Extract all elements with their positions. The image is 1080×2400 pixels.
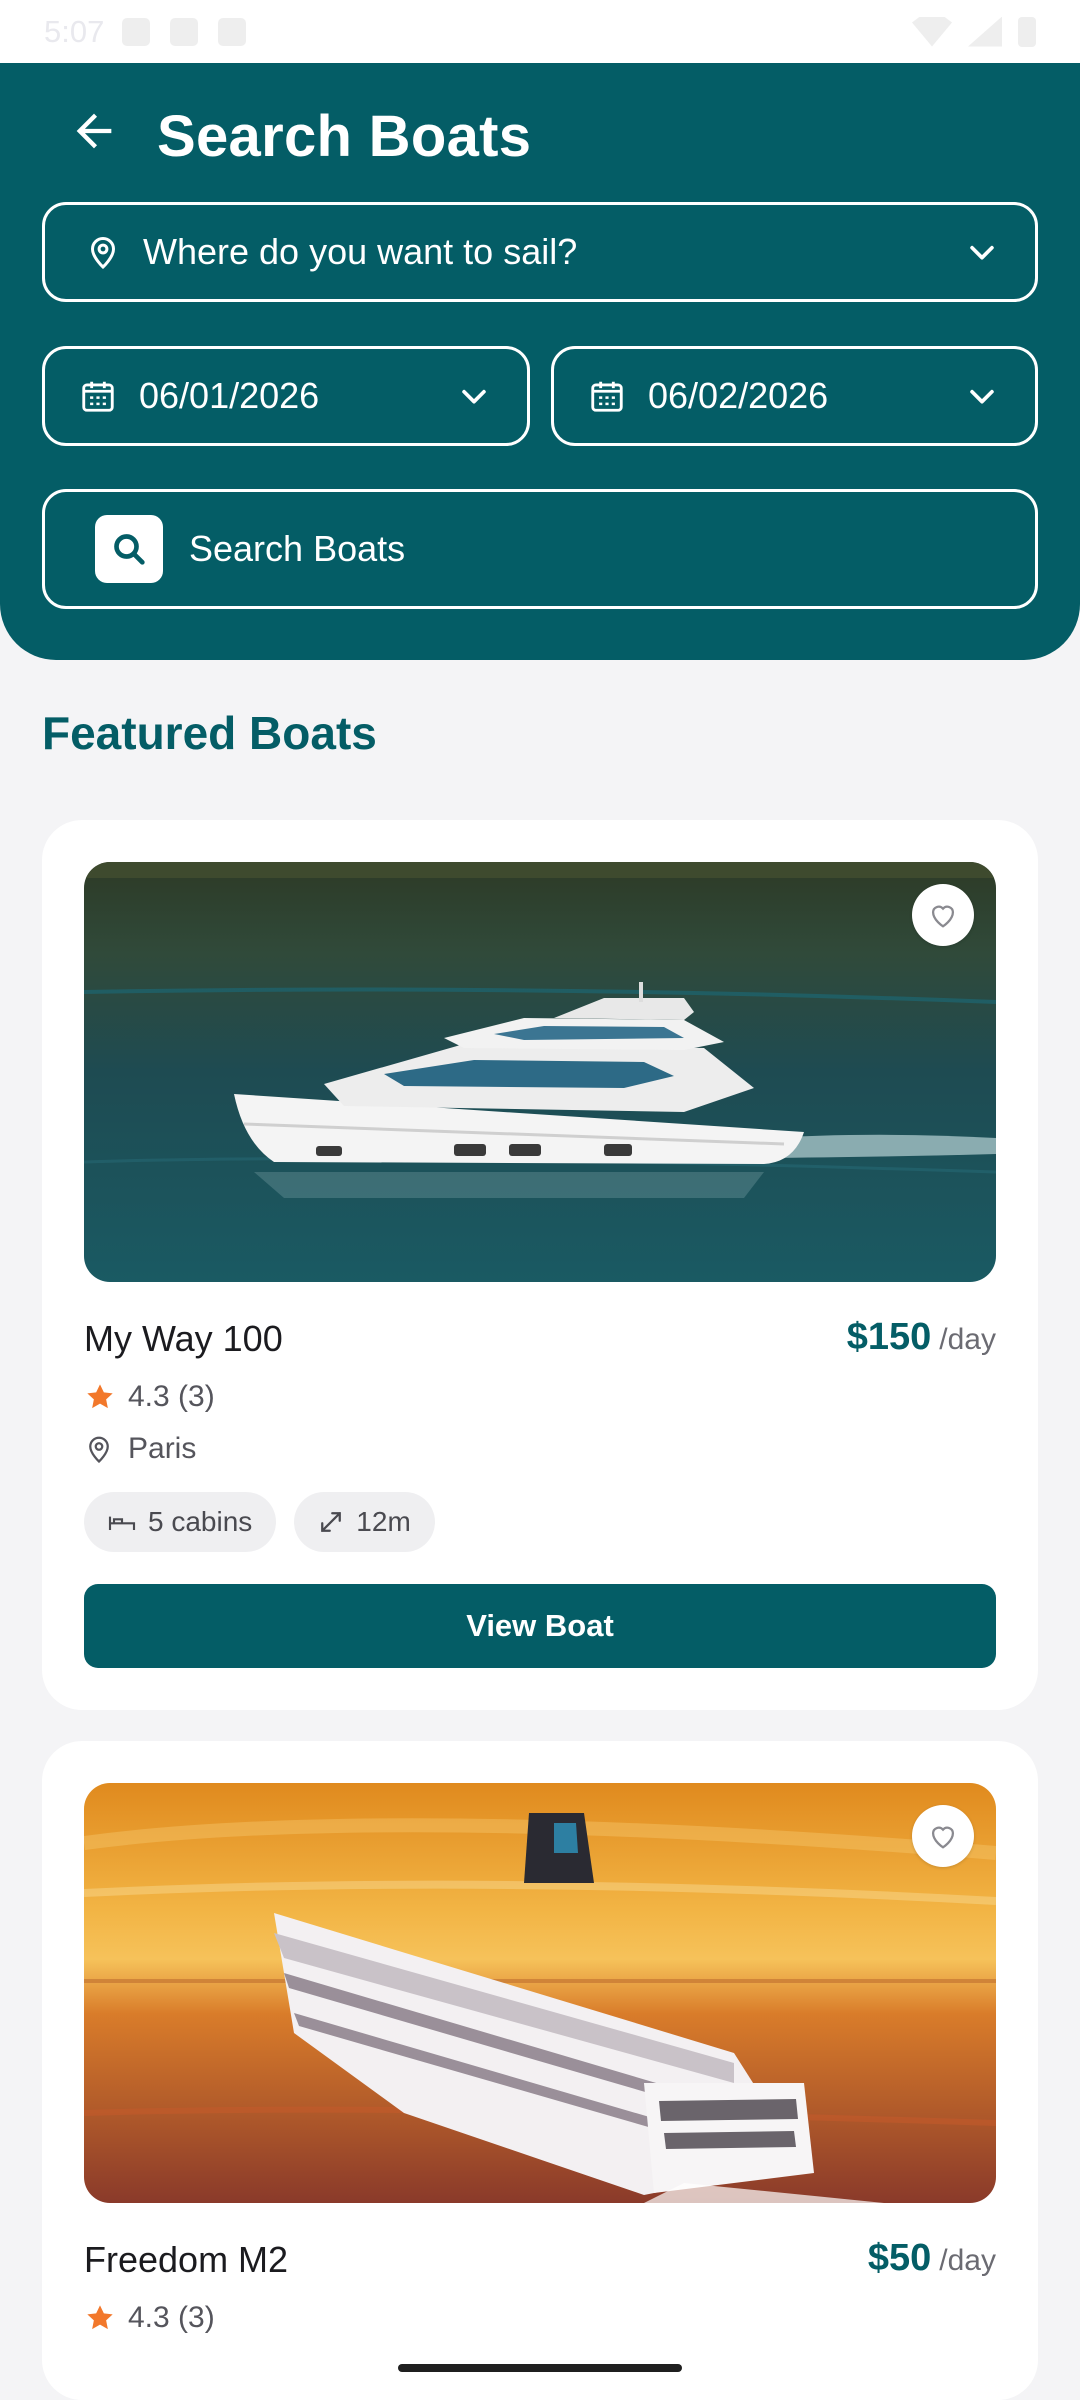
start-date-select[interactable]: 06/01/2026 bbox=[42, 346, 530, 446]
home-indicator[interactable] bbox=[398, 2364, 682, 2372]
location-value: Paris bbox=[128, 1432, 197, 1465]
cabins-chip: 5 cabins bbox=[84, 1492, 277, 1552]
star-icon bbox=[87, 2305, 113, 2330]
boat-price: $150 /day bbox=[847, 1316, 996, 1359]
chevron-down-icon bbox=[965, 235, 999, 269]
length-chip: 12m bbox=[294, 1492, 435, 1552]
favorite-button[interactable] bbox=[912, 1805, 974, 1867]
wifi-icon bbox=[912, 16, 952, 47]
boat-rating: 4.3 (3) bbox=[84, 1380, 215, 1414]
boat-card[interactable]: My Way 100 $150 /day 4.3 (3) Paris 5 cab… bbox=[42, 820, 1038, 1710]
rating-value: 4.3 (3) bbox=[128, 2301, 215, 2334]
boat-price: $50 /day bbox=[868, 2237, 996, 2280]
price-amount: $50 bbox=[867, 2237, 932, 2279]
heart-icon bbox=[931, 905, 955, 928]
signal-icon bbox=[968, 16, 1002, 47]
search-boats-label: Search Boats bbox=[189, 528, 406, 569]
status-time: 5:07 bbox=[44, 13, 105, 49]
location-select[interactable]: Where do you want to sail? bbox=[42, 202, 1038, 302]
sd-card-icon bbox=[218, 17, 247, 46]
boat-rating: 4.3 (3) bbox=[84, 2301, 215, 2335]
chevron-down-icon bbox=[965, 379, 999, 413]
shield-icon bbox=[122, 17, 151, 46]
end-date-select[interactable]: 06/02/2026 bbox=[551, 346, 1038, 446]
location-placeholder: Where do you want to sail? bbox=[143, 231, 578, 272]
cabins-value: 5 cabins bbox=[148, 1506, 253, 1537]
price-unit: /day bbox=[939, 2244, 996, 2277]
end-date-value: 06/02/2026 bbox=[648, 375, 829, 416]
price-unit: /day bbox=[939, 1323, 996, 1356]
boat-name: My Way 100 bbox=[84, 1318, 283, 1359]
star-icon bbox=[87, 1384, 113, 1409]
boat-card[interactable]: Freedom M2 $50 /day 4.3 (3) bbox=[42, 1741, 1038, 2400]
map-pin-icon bbox=[89, 1436, 109, 1464]
section-title: Featured Boats bbox=[42, 707, 377, 759]
favorite-button[interactable] bbox=[912, 884, 974, 946]
account-icon bbox=[170, 17, 199, 46]
rating-value: 4.3 (3) bbox=[128, 1380, 215, 1413]
arrow-left-icon bbox=[76, 113, 112, 149]
search-boats-button[interactable]: Search Boats bbox=[42, 489, 1038, 609]
calendar-icon bbox=[588, 377, 626, 415]
boat-name: Freedom M2 bbox=[84, 2239, 289, 2280]
length-value: 12m bbox=[356, 1506, 411, 1537]
chevron-down-icon bbox=[457, 379, 491, 413]
boat-photo bbox=[84, 862, 996, 1282]
battery-icon bbox=[1018, 16, 1036, 47]
resize-icon bbox=[321, 1512, 342, 1532]
page-title: Search Boats bbox=[157, 104, 532, 169]
status-bar: 5:07 bbox=[0, 0, 1080, 63]
back-button[interactable] bbox=[62, 99, 126, 163]
boat-specs: 5 cabins 12m bbox=[84, 1492, 435, 1552]
heart-icon bbox=[931, 1826, 955, 1849]
boat-location: Paris bbox=[84, 1432, 196, 1466]
price-amount: $150 bbox=[846, 1316, 932, 1358]
search-icon bbox=[95, 515, 163, 583]
map-pin-icon bbox=[85, 234, 121, 270]
start-date-value: 06/01/2026 bbox=[139, 375, 320, 416]
calendar-icon bbox=[79, 377, 117, 415]
boat-photo bbox=[84, 1783, 996, 2203]
bed-icon bbox=[108, 1516, 136, 1530]
search-header: Search Boats Where do you want to sail? … bbox=[0, 63, 1080, 660]
view-boat-button[interactable]: View Boat bbox=[84, 1584, 996, 1668]
